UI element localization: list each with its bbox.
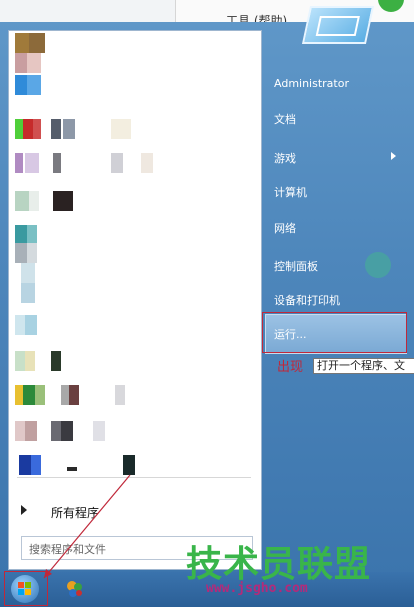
program-item[interactable]: [15, 119, 145, 139]
program-item[interactable]: [15, 53, 55, 73]
program-item[interactable]: [15, 263, 55, 283]
taskbar-app-icon[interactable]: [64, 578, 86, 600]
right-item-devices-printers[interactable]: 设备和打印机: [274, 292, 340, 308]
run-tooltip: 打开一个程序、文: [313, 358, 414, 374]
triangle-right-icon: [21, 505, 27, 515]
watermark-title: 技术员联盟: [186, 544, 372, 585]
menu-divider: [17, 477, 251, 478]
right-item-control-panel[interactable]: 控制面板: [274, 258, 318, 274]
program-item[interactable]: [15, 33, 55, 53]
program-item[interactable]: [15, 191, 95, 211]
program-item[interactable]: [15, 283, 55, 303]
program-item[interactable]: [15, 153, 155, 173]
program-item[interactable]: [15, 421, 115, 441]
user-picture-icon[interactable]: [301, 6, 375, 44]
annotation-callout: 出现: [277, 360, 304, 375]
watermark-url: www.jsgho.com: [206, 581, 308, 596]
program-item[interactable]: [15, 225, 55, 245]
right-item-administrator[interactable]: Administrator: [274, 77, 349, 90]
right-item-documents[interactable]: 文档: [274, 111, 296, 127]
right-item-computer[interactable]: 计算机: [274, 184, 307, 200]
right-item-games[interactable]: 游戏: [274, 150, 296, 166]
decorative-circle: [365, 252, 391, 278]
start-annotation-box: [4, 571, 48, 606]
chevron-right-icon: [391, 152, 396, 160]
program-item[interactable]: [15, 315, 55, 335]
program-item[interactable]: [15, 385, 135, 405]
program-item[interactable]: [15, 351, 75, 371]
start-menu-programs-pane: 所有程序 搜索程序和文件: [8, 30, 262, 570]
search-placeholder: 搜索程序和文件: [29, 543, 106, 556]
all-programs-label: 所有程序: [51, 506, 100, 520]
right-item-network[interactable]: 网络: [274, 220, 296, 236]
program-item[interactable]: [15, 243, 55, 263]
program-item[interactable]: [15, 75, 55, 95]
all-programs-button[interactable]: 所有程序: [15, 499, 253, 525]
program-item[interactable]: [15, 455, 145, 475]
run-annotation-box: [262, 312, 407, 353]
